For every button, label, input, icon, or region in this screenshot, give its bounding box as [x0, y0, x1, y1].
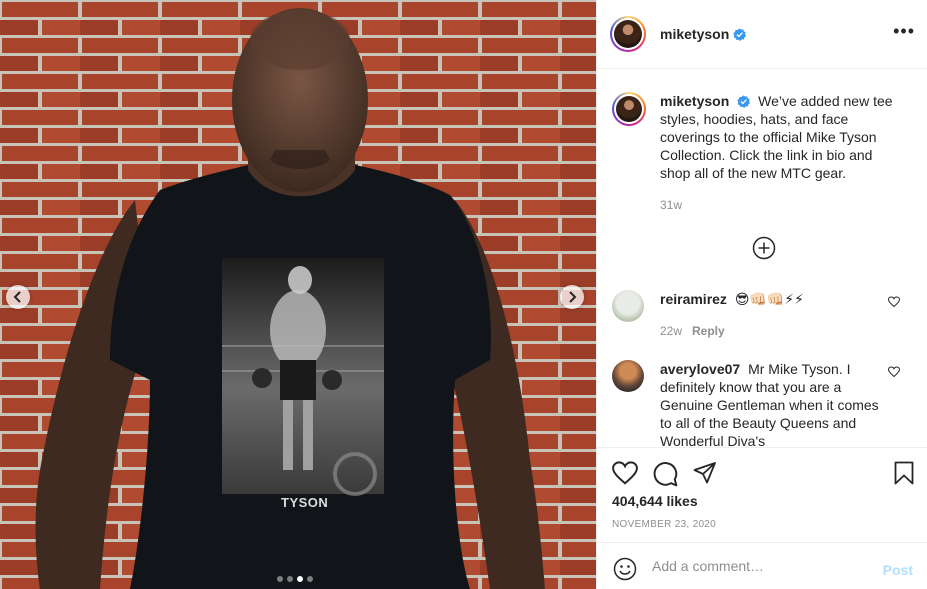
comment-bubble-icon[interactable]	[652, 461, 678, 487]
post-header: miketyson •••	[597, 0, 927, 69]
comment-time: 22w	[660, 324, 683, 338]
avatar-image	[616, 96, 642, 122]
comment-item: reiramirez 😎👊🏻👊🏻⚡⚡ 22w Reply	[612, 290, 912, 340]
share-paper-plane-icon[interactable]	[693, 461, 717, 485]
like-heart-icon[interactable]	[612, 461, 638, 485]
caption-avatar[interactable]	[612, 92, 646, 126]
caption-username[interactable]: miketyson	[660, 93, 729, 109]
verified-badge-icon	[733, 27, 747, 41]
comment-text: 😎👊🏻👊🏻⚡⚡	[734, 291, 804, 307]
tee-print-text: TYSON	[281, 495, 329, 510]
plus-circle-icon	[752, 236, 776, 260]
add-comment-bar: Post	[597, 542, 927, 589]
carousel-prev-button[interactable]	[6, 285, 30, 309]
comments-list[interactable]: miketyson We’ve added new tee styles, ho…	[597, 70, 927, 447]
save-bookmark-icon[interactable]	[893, 461, 915, 485]
caption-time: 31w	[660, 198, 683, 212]
post-comment-button[interactable]: Post	[883, 562, 913, 578]
like-comment-heart-icon[interactable]	[888, 366, 900, 378]
caption: miketyson We’ve added new tee styles, ho…	[612, 92, 912, 214]
post-actions: 404,644 likes NOVEMBER 23, 2020	[597, 447, 927, 542]
carousel-dot	[307, 576, 313, 582]
carousel-dot-active	[297, 576, 303, 582]
more-options-icon[interactable]: •••	[893, 22, 915, 40]
commenter-username[interactable]: reiramirez	[660, 291, 727, 307]
carousel-dot	[277, 576, 283, 582]
comment-input[interactable]	[652, 555, 872, 577]
post-media[interactable]: TYSON	[0, 0, 596, 589]
comment-item: averylove07 Mr Mike Tyson. I definitely …	[612, 360, 912, 447]
load-more-comments-button[interactable]	[752, 236, 776, 263]
commenter-username[interactable]: averylove07	[660, 361, 740, 377]
verified-badge-icon	[737, 95, 751, 108]
carousel-indicator	[277, 576, 313, 582]
chevron-left-icon	[13, 291, 21, 303]
emoji-smiley-icon[interactable]	[613, 557, 637, 581]
instagram-post: TYSON miketyson ••• miketyson We’ve adde…	[0, 0, 927, 589]
post-date[interactable]: NOVEMBER 23, 2020	[612, 519, 716, 530]
carousel-dot	[287, 576, 293, 582]
commenter-avatar[interactable]	[612, 360, 644, 392]
chevron-right-icon	[569, 291, 577, 303]
carousel-next-button[interactable]	[560, 285, 584, 309]
header-username[interactable]: miketyson	[660, 26, 729, 42]
likes-count[interactable]: 404,644 likes	[612, 493, 698, 509]
avatar[interactable]	[610, 16, 646, 52]
avatar-image	[614, 20, 642, 48]
commenter-avatar[interactable]	[612, 290, 644, 322]
like-comment-heart-icon[interactable]	[888, 296, 900, 308]
post-side-panel: miketyson ••• miketyson We’ve added new …	[596, 0, 927, 589]
reply-button[interactable]: Reply	[692, 324, 725, 338]
